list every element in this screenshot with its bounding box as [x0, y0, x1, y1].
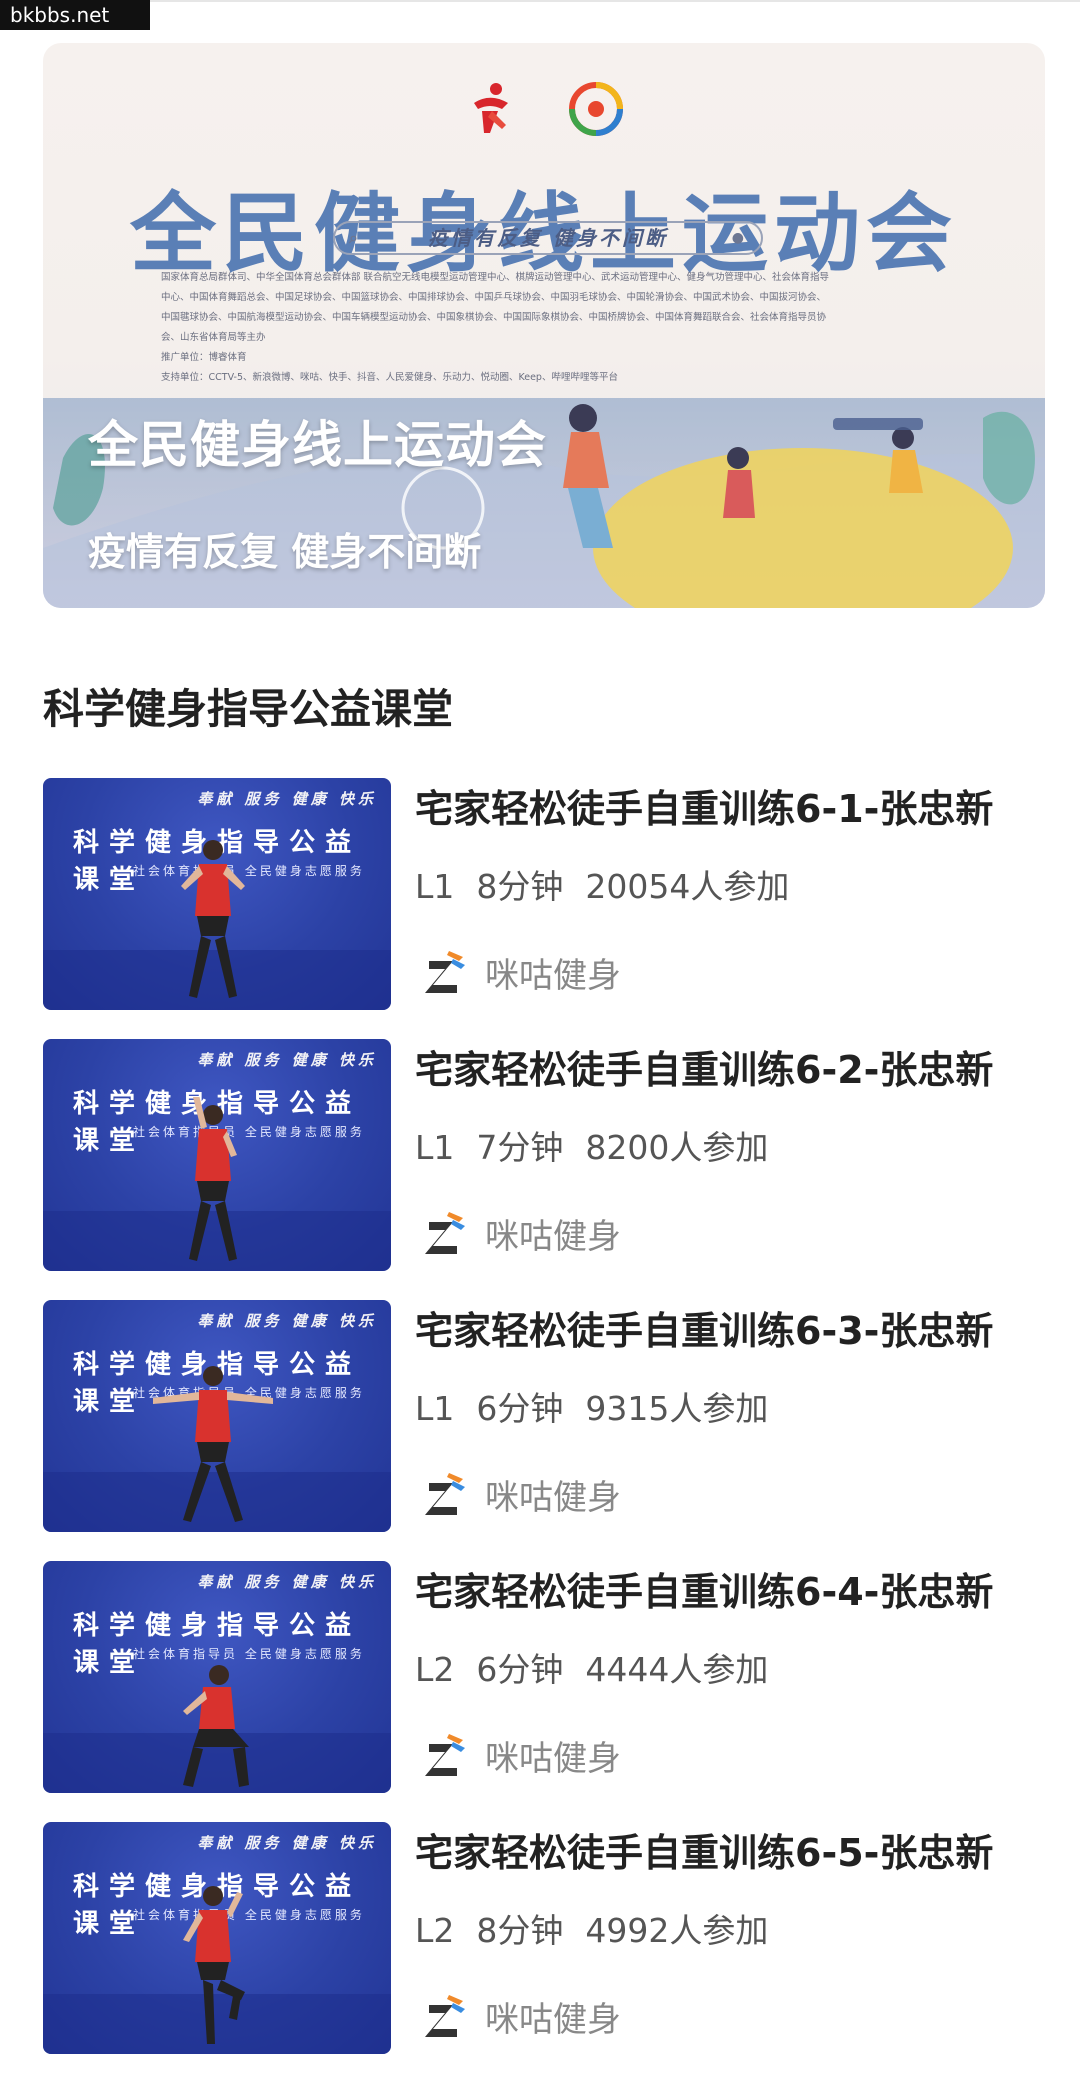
thumbnail-slogan: 奉献 服务 健康 快乐 — [197, 790, 377, 808]
migu-fitness-logo-icon — [425, 1212, 465, 1254]
course-item[interactable]: 奉献 服务 健康 快乐 科学健身指导公益课堂 社会体育指导员 全民健身志愿服务 … — [43, 778, 1045, 1010]
instructor-figure-icon — [181, 840, 245, 998]
thumbnail-slogan: 奉献 服务 健康 快乐 — [197, 1834, 377, 1852]
course-title: 宅家轻松徒手自重训练6-1-张忠新 — [415, 787, 994, 831]
course-item[interactable]: 奉献 服务 健康 快乐 科学健身指导公益课堂 社会体育指导员 全民健身志愿服务 … — [43, 1561, 1045, 1793]
migu-fitness-logo-icon — [425, 1734, 465, 1776]
instructor-figure-icon — [189, 1097, 237, 1261]
course-item[interactable]: 奉献 服务 健康 快乐 科学健身指导公益课堂 社会体育指导员 全民健身志愿服务 … — [43, 1039, 1045, 1271]
course-meta: L2 6分钟 4444人参加 — [415, 1643, 790, 1691]
course-meta: L1 8分钟 20054人参加 — [415, 860, 811, 908]
source-name: 咪咕健身 — [485, 1999, 621, 2040]
course-duration: 7分钟 — [476, 1128, 564, 1167]
organizer-line: 会、山东省体育局等主办 — [161, 332, 266, 343]
instructor-figure-icon — [153, 1366, 273, 1522]
thumbnail-slogan: 奉献 服务 健康 快乐 — [197, 1051, 377, 1069]
watermark: bkbbs.net — [0, 0, 150, 30]
course-duration: 6分钟 — [476, 1389, 564, 1428]
banner-slogan-pill: ⌕ 疫情有反复 健身不间断 ● — [333, 221, 763, 255]
course-meta: L2 8分钟 4992人参加 — [415, 1904, 790, 1952]
course-thumbnail: 奉献 服务 健康 快乐 科学健身指导公益课堂 社会体育指导员 全民健身志愿服务 — [43, 1822, 391, 2054]
source-name: 咪咕健身 — [485, 955, 621, 996]
course-participants: 4444人参加 — [585, 1650, 769, 1689]
course-duration: 6分钟 — [476, 1650, 564, 1689]
course-duration: 8分钟 — [476, 867, 564, 906]
course-source[interactable]: 咪咕健身 — [423, 1207, 621, 1259]
healthy-china-logo-icon — [569, 82, 623, 136]
course-source[interactable]: 咪咕健身 — [423, 1468, 621, 1520]
event-banner[interactable]: 全民健身线上运动会 ⌕ 疫情有反复 健身不间断 ● 国家体育总局群体司、中华全国… — [43, 43, 1045, 608]
course-source[interactable]: 咪咕健身 — [423, 946, 621, 998]
instructor-figure-icon — [183, 1665, 249, 1787]
organizer-line: 中国毽球协会、中国航海模型运动协会、中国车辆模型运动协会、中国象棋协会、中国国际… — [161, 312, 827, 323]
organizer-line: 推广单位：博睿体育 — [161, 352, 247, 363]
course-item[interactable]: 奉献 服务 健康 快乐 科学健身指导公益课堂 社会体育指导员 全民健身志愿服务 … — [43, 1822, 1045, 2054]
search-icon: ⌕ — [349, 228, 361, 247]
thumbnail-slogan: 奉献 服务 健康 快乐 — [197, 1312, 377, 1330]
mic-icon: ● — [731, 230, 747, 246]
course-title: 宅家轻松徒手自重训练6-5-张忠新 — [415, 1831, 994, 1875]
migu-fitness-logo-icon — [425, 1473, 465, 1515]
instructor-figure-icon — [183, 1886, 245, 2044]
organizer-line: 国家体育总局群体司、中华全国体育总会群体部 联合航空无线电模型运动管理中心、棋牌… — [161, 272, 830, 283]
course-source[interactable]: 咪咕健身 — [423, 1990, 621, 2042]
organizer-line: 中心、中国体育舞蹈总会、中国足球协会、中国篮球协会、中国排球协会、中国乒乓球协会… — [161, 292, 827, 303]
banner-slogan-text: 疫情有反复 健身不间断 — [428, 226, 668, 250]
course-title: 宅家轻松徒手自重训练6-2-张忠新 — [415, 1048, 994, 1092]
course-level: L1 — [415, 1389, 455, 1428]
course-participants: 9315人参加 — [585, 1389, 769, 1428]
course-thumbnail: 奉献 服务 健康 快乐 科学健身指导公益课堂 社会体育指导员 全民健身志愿服务 — [43, 1039, 391, 1271]
course-title: 宅家轻松徒手自重训练6-4-张忠新 — [415, 1570, 994, 1614]
course-thumbnail: 奉献 服务 健康 快乐 科学健身指导公益课堂 社会体育指导员 全民健身志愿服务 — [43, 778, 391, 1010]
banner-title: 全民健身线上运动会 — [88, 416, 547, 474]
course-level: L2 — [415, 1911, 455, 1950]
source-name: 咪咕健身 — [485, 1477, 621, 1518]
banner-organizers: 国家体育总局群体司、中华全国体育总会群体部 联合航空无线电模型运动管理中心、棋牌… — [161, 268, 951, 388]
course-participants: 4992人参加 — [585, 1911, 769, 1950]
top-divider — [0, 0, 1080, 2]
course-duration: 8分钟 — [476, 1911, 564, 1950]
source-name: 咪咕健身 — [485, 1738, 621, 1779]
course-source[interactable]: 咪咕健身 — [423, 1729, 621, 1781]
migu-fitness-logo-icon — [425, 1995, 465, 2037]
banner-logos — [43, 61, 1045, 151]
course-participants: 8200人参加 — [585, 1128, 769, 1167]
migu-fitness-logo-icon — [425, 951, 465, 993]
source-name: 咪咕健身 — [485, 1216, 621, 1257]
section-title: 科学健身指导公益课堂 — [43, 685, 453, 733]
course-participants: 20054人参加 — [585, 867, 790, 906]
organizer-line: 支持单位：CCTV-5、新浪微博、咪咕、快手、抖音、人民爱健身、乐动力、悦动圈、… — [161, 372, 618, 383]
thumbnail-slogan: 奉献 服务 健康 快乐 — [197, 1573, 377, 1591]
course-level: L2 — [415, 1650, 455, 1689]
course-item[interactable]: 奉献 服务 健康 快乐 科学健身指导公益课堂 社会体育指导员 全民健身志愿服务 … — [43, 1300, 1045, 1532]
course-meta: L1 6分钟 9315人参加 — [415, 1382, 790, 1430]
banner-subtitle: 疫情有反复 健身不间断 — [88, 530, 482, 574]
course-level: L1 — [415, 1128, 455, 1167]
course-thumbnail: 奉献 服务 健康 快乐 科学健身指导公益课堂 社会体育指导员 全民健身志愿服务 — [43, 1300, 391, 1532]
course-thumbnail: 奉献 服务 健康 快乐 科学健身指导公益课堂 社会体育指导员 全民健身志愿服务 — [43, 1561, 391, 1793]
course-level: L1 — [415, 867, 455, 906]
course-title: 宅家轻松徒手自重训练6-3-张忠新 — [415, 1309, 994, 1353]
course-meta: L1 7分钟 8200人参加 — [415, 1121, 790, 1169]
sports-for-all-logo-icon — [474, 83, 508, 133]
